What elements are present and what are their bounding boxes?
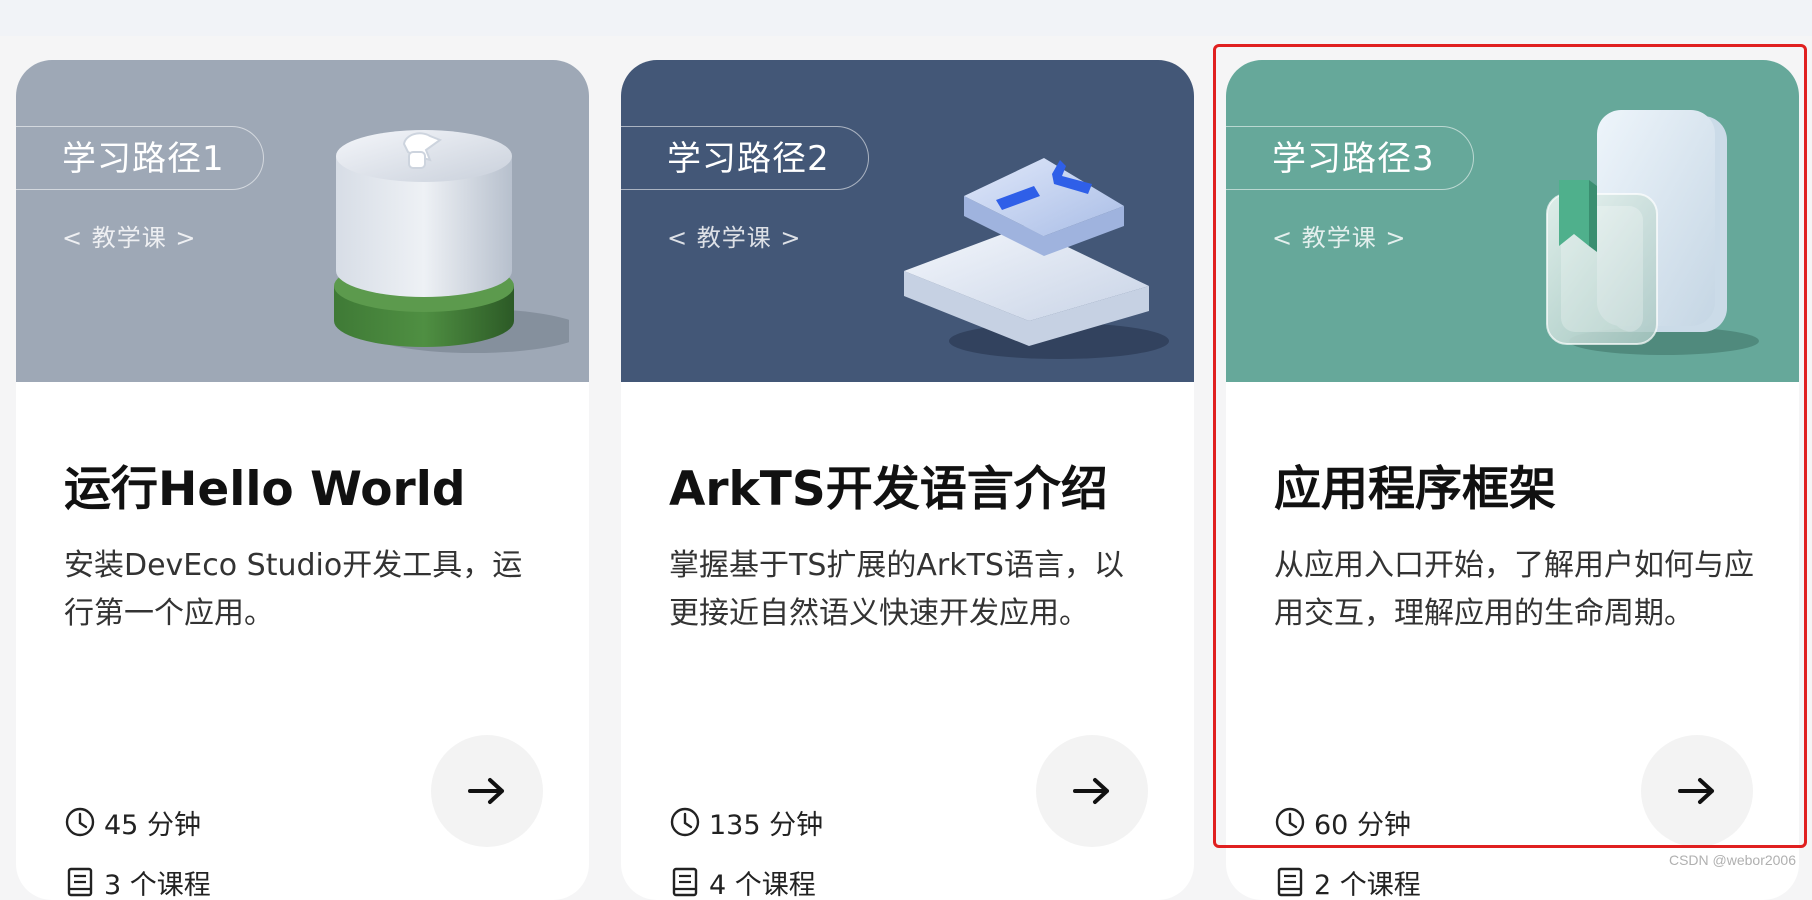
clock-icon xyxy=(64,806,96,838)
book-icon xyxy=(64,866,96,898)
watermark-text: CSDN @webor2006 xyxy=(1669,852,1796,868)
card-description: 掌握基于TS扩展的ArkTS语言，以更接近自然语义快速开发应用。 xyxy=(669,542,1149,638)
learning-path-card-1[interactable]: 学习路径1 < 教学课 > xyxy=(16,60,589,900)
arrow-right-icon xyxy=(1677,776,1717,806)
glass-panels-icon xyxy=(1489,96,1779,366)
duration-row: 135 分钟 xyxy=(669,804,823,840)
path-tag: 学习路径3 xyxy=(1226,126,1474,190)
path-tag: 学习路径1 xyxy=(16,126,264,190)
course-count-text: 3 个课程 xyxy=(104,863,211,900)
learning-path-card-3[interactable]: 学习路径3 < 教学课 > 应用程 xyxy=(1226,60,1799,900)
duration-row: 60 分钟 xyxy=(1274,804,1411,840)
course-count-text: 4 个课程 xyxy=(709,863,816,900)
card-title: ArkTS开发语言介绍 xyxy=(669,450,1108,519)
card-description: 从应用入口开始，了解用户如何与应用交互，理解应用的生命周期。 xyxy=(1274,542,1754,638)
course-count-row: 4 个课程 xyxy=(669,864,816,900)
open-path-button[interactable] xyxy=(431,735,543,847)
course-type-label: < 教学课 > xyxy=(667,218,801,253)
open-path-button[interactable] xyxy=(1036,735,1148,847)
book-icon xyxy=(1274,866,1306,898)
clock-icon xyxy=(669,806,701,838)
arrow-right-icon xyxy=(467,776,507,806)
course-count-row: 2 个课程 xyxy=(1274,864,1421,900)
cylinder-wrench-icon xyxy=(279,96,569,366)
course-count-row: 3 个课程 xyxy=(64,864,211,900)
duration-row: 45 分钟 xyxy=(64,804,201,840)
card-description: 安装DevEco Studio开发工具，运行第一个应用。 xyxy=(64,542,544,638)
course-type-label: < 教学课 > xyxy=(62,218,196,253)
duration-text: 45 分钟 xyxy=(104,803,201,842)
code-blocks-icon xyxy=(884,96,1174,366)
page-top-band xyxy=(0,0,1812,36)
path-tag: 学习路径2 xyxy=(621,126,869,190)
clock-icon xyxy=(1274,806,1306,838)
card-title: 运行Hello World xyxy=(64,450,465,519)
arrow-right-icon xyxy=(1072,776,1112,806)
card-banner: 学习路径1 < 教学课 > xyxy=(16,60,589,382)
duration-text: 60 分钟 xyxy=(1314,803,1411,842)
card-banner: 学习路径2 < 教学课 > xyxy=(621,60,1194,382)
card-title: 应用程序框架 xyxy=(1274,450,1556,519)
book-icon xyxy=(669,866,701,898)
duration-text: 135 分钟 xyxy=(709,803,823,842)
learning-path-card-2[interactable]: 学习路径2 < 教学课 > Ark xyxy=(621,60,1194,900)
card-banner: 学习路径3 < 教学课 > xyxy=(1226,60,1799,382)
course-type-label: < 教学课 > xyxy=(1272,218,1406,253)
course-count-text: 2 个课程 xyxy=(1314,863,1421,900)
open-path-button[interactable] xyxy=(1641,735,1753,847)
